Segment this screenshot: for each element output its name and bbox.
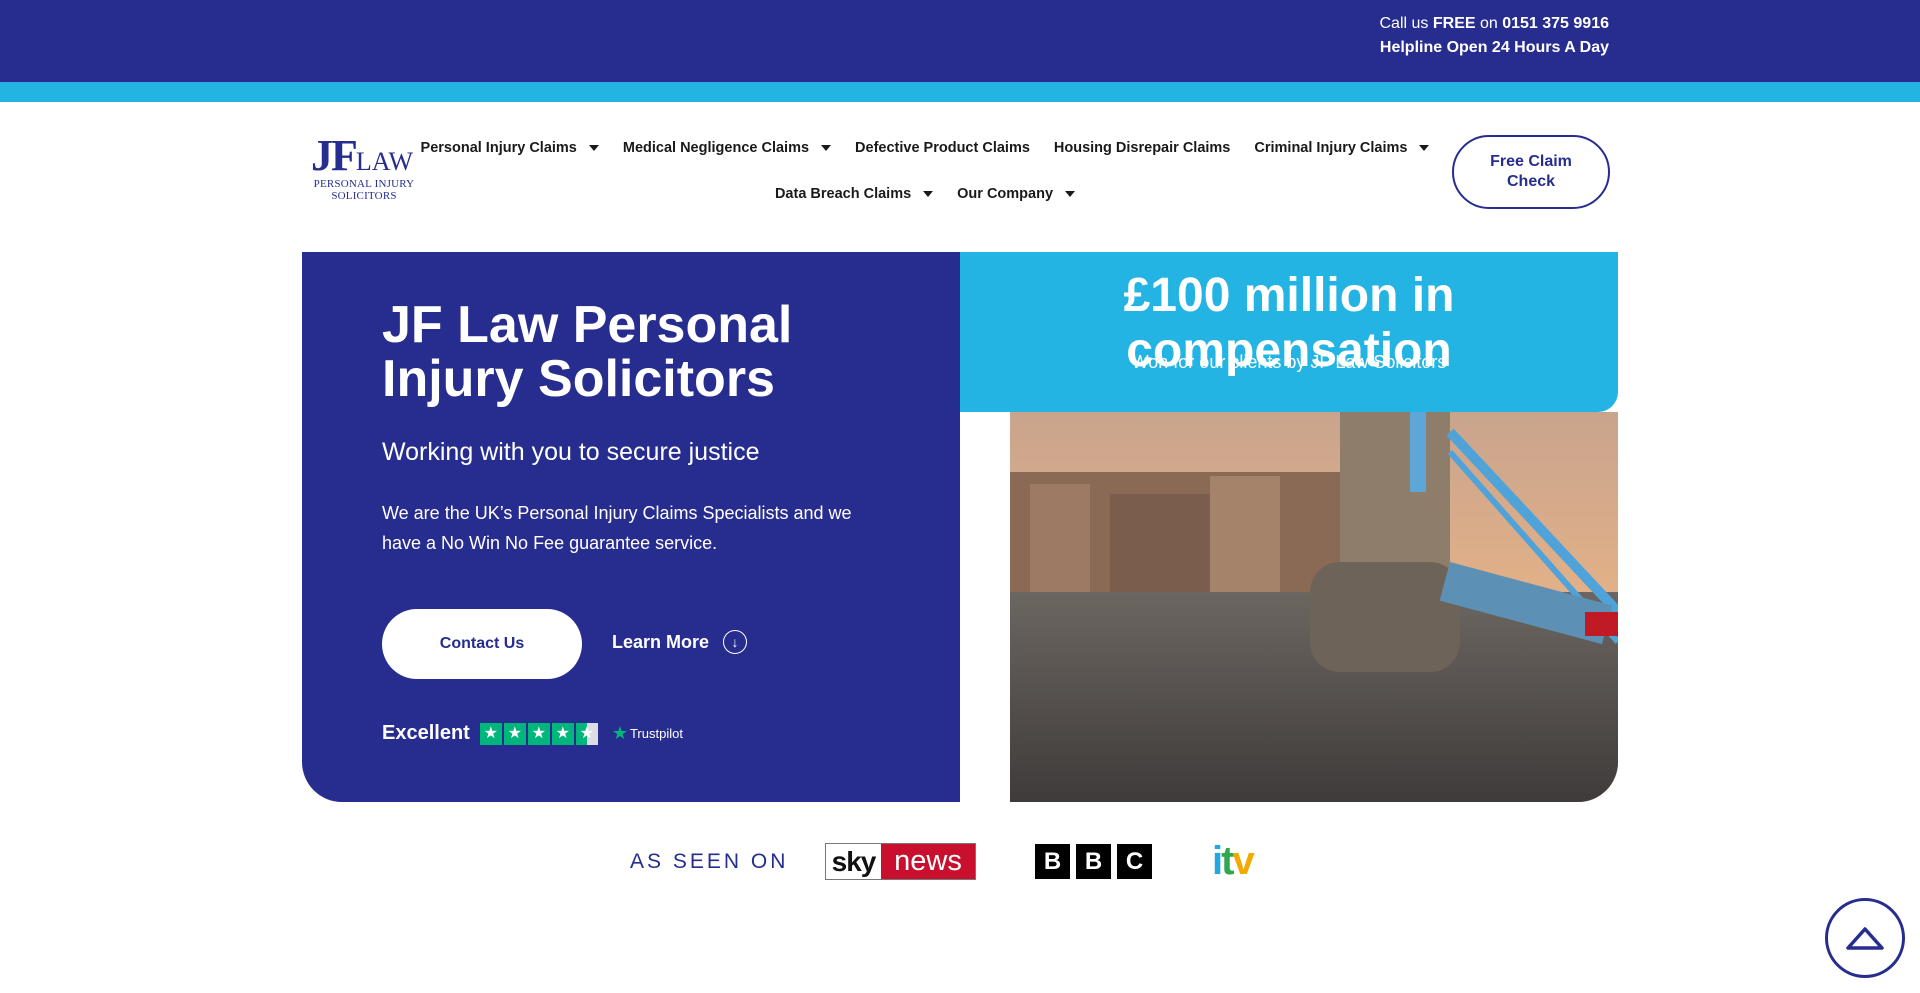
nav-label: Medical Negligence Claims [622, 140, 810, 156]
logo-jf: JF [311, 131, 358, 180]
nav-item-medical-negligence[interactable]: Medical Negligence Claims [611, 140, 843, 156]
helpline-hours: Helpline Open 24 Hours A Day [1379, 39, 1609, 56]
nav-item-data-breach[interactable]: Data Breach Claims [763, 186, 945, 202]
bbc-letter: B [1035, 844, 1070, 879]
site-logo[interactable]: JFLAW PERSONAL INJURY SOLICITORS [311, 134, 421, 206]
nav-label: Defective Product Claims [855, 140, 1030, 156]
stat-caption: Won for our clients by JF Law Solicitors [1131, 352, 1447, 372]
trustpilot-brand: Trustpilot [629, 726, 683, 741]
star-icon: ★ [527, 722, 550, 745]
nav-item-our-company[interactable]: Our Company [945, 186, 1087, 202]
caret-down-icon [923, 191, 934, 197]
phone-link[interactable]: 0151 375 9916 [1502, 15, 1609, 32]
nav-label: Personal Injury Claims [420, 140, 577, 156]
call-free: FREE [1432, 15, 1476, 32]
star-icon: ★ [479, 722, 502, 745]
news-logo-text: news [881, 844, 975, 879]
caret-down-icon [821, 145, 832, 151]
rating-stars: ★ ★ ★ ★ ★ [479, 722, 600, 745]
nav-label: Data Breach Claims [774, 186, 912, 202]
as-seen-on-label: AS SEEN ON [630, 850, 789, 873]
trustpilot-rating[interactable]: Excellent ★ ★ ★ ★ ★ ★ Trustpilot [382, 722, 683, 745]
caret-down-icon [588, 145, 599, 151]
bbc-letter: C [1117, 844, 1152, 879]
learn-more-label: Learn More [612, 631, 710, 652]
logo-sub-1: PERSONAL INJURY [313, 178, 415, 190]
hero-stat-panel: £100 million in compensation Won for our… [960, 252, 1618, 802]
nav-row-2: Data Breach Claims Our Company [440, 176, 1410, 212]
helpline-info: Call us FREE on 0151 375 9916 Helpline O… [1380, 12, 1610, 60]
trust-label: Excellent [382, 722, 470, 744]
learn-more-link[interactable]: Learn More ↓ [612, 630, 748, 654]
star-icon: ★ [551, 722, 574, 745]
main-nav: Personal Injury Claims Medical Negligenc… [421, 130, 1430, 212]
bbc-letter: B [1076, 844, 1111, 879]
hero-description: We are the UK’s Personal Injury Claims S… [382, 503, 852, 553]
half-star-icon: ★ [575, 722, 598, 745]
nav-item-defective-product[interactable]: Defective Product Claims [843, 140, 1042, 156]
hero-title: JF Law Personal Injury Solicitors [382, 296, 793, 408]
logo-sub-2: SOLICITORS [331, 190, 397, 202]
nav-item-personal-injury[interactable]: Personal Injury Claims [409, 140, 611, 156]
contact-us-button[interactable]: Contact Us [382, 609, 582, 679]
nav-label: Criminal Injury Claims [1254, 140, 1408, 156]
caret-down-icon [1419, 145, 1430, 151]
nav-label: Housing Disrepair Claims [1053, 140, 1231, 156]
call-on: on [1475, 15, 1503, 32]
scroll-to-top-button[interactable] [1825, 898, 1905, 978]
sky-logo-text: sky [826, 844, 881, 879]
accent-stripe [0, 82, 1920, 102]
nav-label: Our Company [957, 186, 1054, 202]
star-icon: ★ [503, 722, 526, 745]
nav-row-1: Personal Injury Claims Medical Negligenc… [421, 130, 1430, 166]
call-prefix: Call us [1379, 15, 1433, 32]
logo-law: LAW [355, 147, 414, 176]
nav-item-criminal-injury[interactable]: Criminal Injury Claims [1242, 140, 1441, 156]
caret-down-icon [1065, 191, 1076, 197]
hero: JF Law Personal Injury Solicitors Workin… [302, 252, 1618, 802]
hero-subtitle: Working with you to secure justice [382, 438, 760, 466]
arrow-down-circle-icon: ↓ [723, 630, 748, 654]
trustpilot-logo: ★ Trustpilot [612, 723, 683, 744]
compensation-stat: £100 million in compensation Won for our… [960, 252, 1618, 412]
tower-bridge-photo [1010, 412, 1618, 802]
bbc-logo: B B C [1035, 844, 1158, 879]
itv-logo: itv [1212, 839, 1255, 883]
free-claim-check-button[interactable]: Free Claim Check [1452, 135, 1610, 209]
sky-news-logo: sky news [825, 843, 976, 880]
nav-item-housing-disrepair[interactable]: Housing Disrepair Claims [1042, 140, 1242, 156]
top-bar: Call us FREE on 0151 375 9916 Helpline O… [0, 0, 1920, 82]
chevron-up-icon [1846, 927, 1884, 950]
as-seen-on: AS SEEN ON sky news B B C itv [0, 840, 1920, 884]
trustpilot-star-icon: ★ [611, 723, 628, 743]
hero-panel: JF Law Personal Injury Solicitors Workin… [302, 252, 960, 802]
